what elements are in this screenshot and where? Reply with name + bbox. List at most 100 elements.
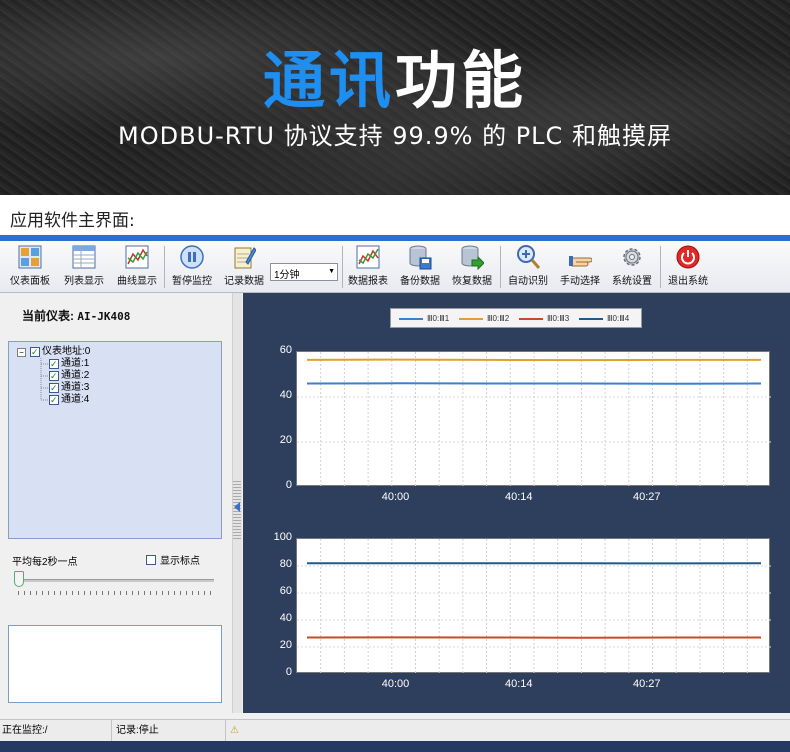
restore-data-label: 恢复数据 (452, 276, 492, 287)
app-window: 仪表面板 列表显示 曲线显示 (0, 235, 790, 746)
report-chart-icon (356, 244, 380, 270)
x-tick-label: 40:27 (627, 491, 667, 503)
y-tick-label: 60 (262, 344, 292, 356)
y-tick-label: 40 (262, 389, 292, 401)
chart-area: Ⅲ0:Ⅲ1 Ⅲ0:Ⅲ2 Ⅲ0:Ⅲ3 Ⅲ0:Ⅲ4 60 40 20 0 40:00 40:… (243, 293, 790, 713)
gear-icon (620, 244, 644, 270)
legend-item-1: Ⅲ0:Ⅲ1 (399, 313, 449, 325)
legend-item-4: Ⅲ0:Ⅲ4 (579, 313, 629, 325)
system-settings-label: 系统设置 (612, 276, 652, 287)
status-bar: 正在监控:/ 记录:停止 ⚠ (0, 719, 790, 741)
backup-data-label: 备份数据 (400, 276, 440, 287)
legend-item-3: Ⅲ0:Ⅲ3 (519, 313, 569, 325)
panel-button[interactable]: 仪表面板 (6, 243, 54, 291)
legend-swatch (399, 318, 423, 320)
status-warning-icon: ⚠ (228, 720, 248, 742)
section-label: 应用软件主界面: (10, 206, 135, 231)
banner-title-highlight: 通讯 (263, 44, 395, 117)
pause-monitor-label: 暂停监控 (172, 276, 212, 287)
info-box (8, 625, 222, 703)
legend-label-4: Ⅲ0:Ⅲ4 (607, 314, 629, 323)
magnifier-icon (516, 244, 540, 270)
auto-detect-button[interactable]: 自动识别 (504, 243, 552, 291)
current-meter: 当前仪表: AI-JK408 (22, 307, 130, 324)
current-meter-value: AI-JK408 (77, 310, 130, 323)
y-tick-label: 100 (262, 531, 292, 543)
system-settings-button[interactable]: 系统设置 (608, 243, 656, 291)
interval-slider-thumb[interactable] (14, 571, 24, 587)
x-tick-label: 40:00 (376, 678, 416, 690)
tree-connector-lines (9, 342, 223, 412)
upper-chart-plot (296, 351, 770, 486)
database-restore-icon (460, 244, 484, 270)
power-icon (676, 244, 700, 270)
curve-button[interactable]: 曲线显示 (113, 243, 161, 291)
collapse-left-icon[interactable] (234, 502, 240, 512)
interval-slider-track[interactable] (16, 579, 214, 582)
x-tick-label: 40:27 (627, 678, 667, 690)
database-save-icon (408, 244, 432, 270)
y-tick-label: 40 (262, 612, 292, 624)
toolbar: 仪表面板 列表显示 曲线显示 (0, 241, 790, 293)
legend-label-3: Ⅲ0:Ⅲ3 (547, 314, 569, 323)
legend-swatch (519, 318, 543, 320)
status-record: 记录:停止 (114, 720, 226, 742)
toolbar-separator (660, 246, 661, 288)
banner-title-rest: 功能 (395, 44, 527, 117)
data-report-button[interactable]: 数据报表 (345, 243, 391, 291)
list-table-icon (72, 244, 96, 270)
interval-select-value: 1分钟 (274, 270, 300, 281)
interval-select[interactable]: 1分钟 ▼ (270, 263, 338, 281)
record-data-label: 记录数据 (224, 276, 264, 287)
show-points-toggle[interactable]: 显示标点 (146, 552, 200, 567)
panel-button-label: 仪表面板 (10, 276, 50, 287)
window-bottom-strip (0, 741, 790, 752)
lower-chart-plot (296, 538, 770, 673)
x-tick-label: 40:14 (499, 678, 539, 690)
legend-label-1: Ⅲ0:Ⅲ1 (427, 314, 449, 323)
restore-data-button[interactable]: 恢复数据 (448, 243, 496, 291)
chart-svg (297, 352, 771, 487)
toolbar-separator (342, 246, 343, 288)
banner: 通讯功能 MODBU-RTU 协议支持 99.9% 的 PLC 和触摸屏 (0, 0, 790, 195)
hand-pointer-icon (568, 244, 592, 270)
y-tick-label: 20 (262, 639, 292, 651)
pause-monitor-button[interactable]: 暂停监控 (168, 243, 216, 291)
chevron-down-icon: ▼ (328, 268, 335, 275)
series-line (307, 360, 761, 361)
toolbar-separator (164, 246, 165, 288)
exit-system-button[interactable]: 退出系统 (664, 243, 712, 291)
data-report-label: 数据报表 (348, 276, 388, 287)
panel-grid-icon (18, 244, 42, 270)
pause-icon (180, 244, 204, 270)
legend-label-2: Ⅲ0:Ⅲ2 (487, 314, 509, 323)
record-data-button[interactable]: 记录数据 (220, 243, 268, 291)
show-points-checkbox[interactable] (146, 555, 156, 565)
y-tick-label: 0 (262, 666, 292, 678)
list-button-label: 列表显示 (64, 276, 104, 287)
legend-item-2: Ⅲ0:Ⅲ2 (459, 313, 509, 325)
toolbar-separator (500, 246, 501, 288)
meter-tree: − 仪表地址:0 通道:1 通道:2 通道:3 通道:4 (8, 341, 222, 539)
banner-subtitle: MODBU-RTU 协议支持 99.9% 的 PLC 和触摸屏 (0, 116, 790, 151)
legend-swatch (459, 318, 483, 320)
show-points-label: 显示标点 (160, 552, 200, 567)
y-tick-label: 60 (262, 585, 292, 597)
interval-slider-ticks (18, 591, 214, 595)
legend-swatch (579, 318, 603, 320)
backup-data-button[interactable]: 备份数据 (396, 243, 444, 291)
list-button[interactable]: 列表显示 (60, 243, 108, 291)
chart-svg (297, 539, 771, 674)
auto-detect-label: 自动识别 (508, 276, 548, 287)
status-monitoring: 正在监控:/ (0, 720, 112, 742)
curve-chart-icon (125, 244, 149, 270)
y-tick-label: 20 (262, 434, 292, 446)
curve-button-label: 曲线显示 (117, 276, 157, 287)
average-interval-label: 平均每2秒一点 (12, 553, 78, 568)
x-tick-label: 40:14 (499, 491, 539, 503)
chart-legend: Ⅲ0:Ⅲ1 Ⅲ0:Ⅲ2 Ⅲ0:Ⅲ3 Ⅲ0:Ⅲ4 (390, 308, 642, 328)
manual-select-button[interactable]: 手动选择 (556, 243, 604, 291)
exit-system-label: 退出系统 (668, 276, 708, 287)
banner-title: 通讯功能 (0, 30, 790, 120)
y-tick-label: 80 (262, 558, 292, 570)
